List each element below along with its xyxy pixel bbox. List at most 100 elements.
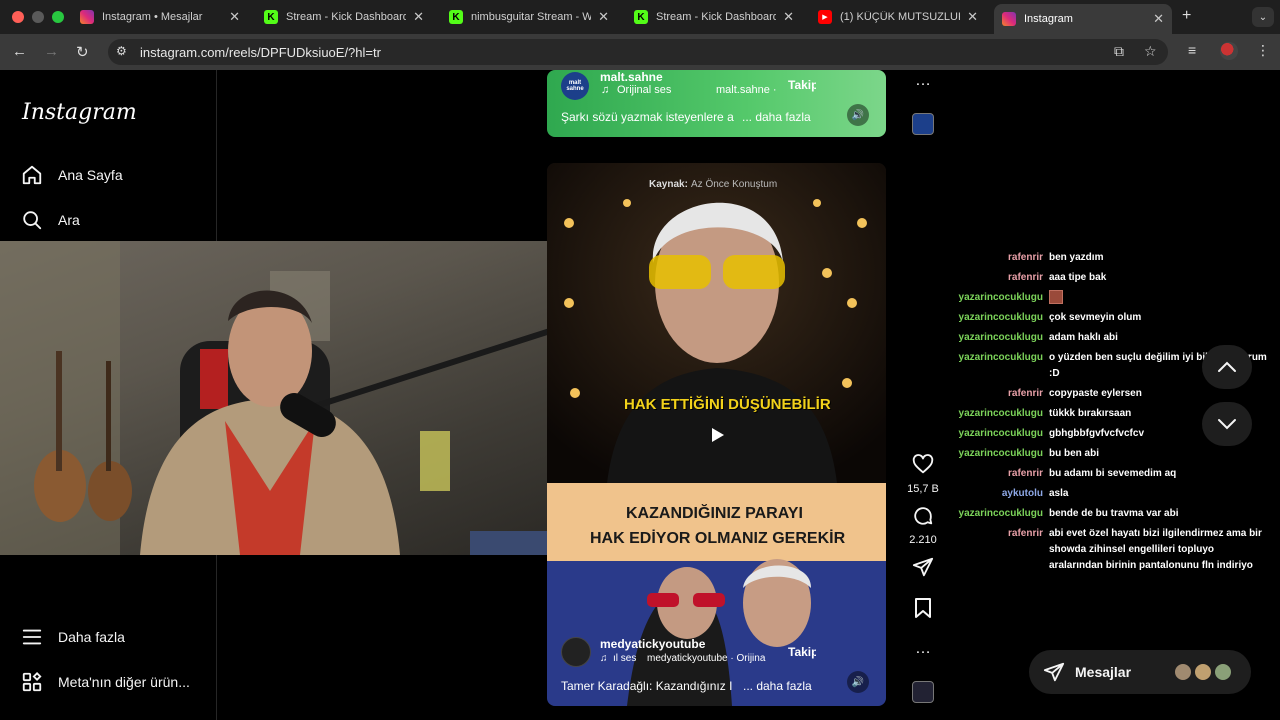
reel-caption[interactable]: Tamer Karadağlı: Kazandığınız I — [561, 679, 732, 693]
reel-card-current[interactable]: Kaynak: Az Önce Konuştum HAK ETTİĞİNİ DÜ… — [547, 163, 886, 706]
comment-count: 2.210 — [909, 534, 937, 546]
caption-more-link[interactable]: ... daha fazla — [743, 679, 812, 693]
maximize-window-button[interactable] — [52, 11, 64, 23]
save-button[interactable] — [906, 597, 940, 624]
avatar[interactable]: malt sahne — [561, 72, 589, 100]
chat-text: asla — [1049, 488, 1069, 499]
browser-tab[interactable]: K Stream - Kick Dashboard ✕ — [256, 4, 432, 30]
chat-message: rafenrir ben yazdım — [940, 250, 1280, 266]
share-button[interactable] — [906, 556, 940, 583]
comment-button[interactable]: 2.210 — [906, 505, 940, 546]
chat-message: rafenrir bu adamı bi sevemedim aq — [940, 466, 1280, 482]
forward-button[interactable]: → — [44, 43, 59, 60]
new-tab-button[interactable]: + — [1182, 7, 1191, 25]
browser-tab[interactable]: K nimbusguitar Stream - W ✕ — [441, 4, 617, 30]
media-controls-icon[interactable]: ≡ — [1188, 42, 1196, 58]
chat-text: bu ben abi — [1049, 448, 1099, 459]
banner-line-1: KAZANDIĞINIZ PARAYI — [626, 505, 803, 522]
audio-cover-image — [912, 113, 934, 135]
audio-thumbnail[interactable] — [906, 113, 940, 135]
profile-avatar[interactable] — [1220, 42, 1238, 60]
browser-tab[interactable]: ▶ (1) KÜÇÜK MUTSUZLUK ✕ — [810, 4, 986, 30]
chat-username: rafenrir — [1007, 272, 1043, 283]
audio-toggle-button[interactable]: 🔊 — [847, 104, 869, 126]
sidebar-item-more[interactable]: Daha fazla — [20, 625, 125, 649]
follow-button[interactable]: Takip — [788, 645, 816, 659]
minimize-window-button[interactable] — [32, 11, 44, 23]
reel-card-previous[interactable]: malt sahne malt.sahne ♫ Orijinal ses mal… — [547, 70, 886, 137]
chat-text: çok sevmeyin olum — [1049, 312, 1142, 323]
close-icon[interactable]: ✕ — [598, 9, 609, 25]
sidebar-item-search[interactable]: Ara — [20, 208, 80, 232]
play-button[interactable] — [705, 423, 729, 447]
reload-button[interactable]: ↻ — [76, 43, 89, 61]
video-subtitle: HAK ETTİĞİNİ DÜŞÜNEBİLİR — [624, 396, 831, 413]
site-info-icon[interactable]: ⚙ — [116, 44, 127, 58]
reel-audio-owner[interactable]: medyatickyoutube · Orijina — [647, 653, 779, 664]
address-bar[interactable]: ⚙ instagram.com/reels/DPFUDksiuoE/?hl=tr… — [108, 39, 1168, 65]
apps-icon — [20, 670, 44, 694]
browser-tab-active[interactable]: Instagram ✕ — [994, 4, 1172, 34]
messages-button[interactable]: Mesajlar — [1029, 650, 1251, 694]
browser-tab-bar: Instagram • Mesajlar ✕ K Stream - Kick D… — [0, 0, 1280, 34]
bookmark-icon — [915, 598, 931, 618]
previous-reel-button[interactable] — [1202, 345, 1252, 389]
reel-audio-owner[interactable]: malt.sahne · — [716, 84, 777, 96]
reel-audio[interactable]: Orijinal ses — [617, 84, 671, 96]
home-icon — [20, 163, 44, 187]
source-label: Kaynak: — [649, 179, 688, 190]
bookmark-star-icon[interactable]: ☆ — [1144, 43, 1157, 60]
chat-username: yazarincocuklugu — [958, 352, 1043, 363]
close-icon[interactable]: ✕ — [229, 9, 240, 25]
kick-icon: K — [634, 10, 648, 24]
caption-more-link[interactable]: ... daha fazla — [742, 110, 811, 124]
avatar[interactable] — [561, 637, 591, 667]
banner-line-2: HAK EDİYOR OLMANIZ GEREKİR — [590, 530, 846, 547]
close-icon[interactable]: ✕ — [413, 9, 424, 25]
music-icon: ♫ — [601, 84, 610, 96]
sidebar-item-label: Ana Sayfa — [58, 167, 123, 183]
chat-message: yazarincocuklugu çok sevmeyin olum — [940, 310, 1280, 326]
sidebar-item-home[interactable]: Ana Sayfa — [20, 163, 123, 187]
instagram-icon — [80, 10, 94, 24]
next-reel-button[interactable] — [1202, 402, 1252, 446]
close-icon[interactable]: ✕ — [1153, 11, 1164, 27]
instagram-logo[interactable]: Instagram — [22, 100, 137, 125]
chat-text: adam haklı abi — [1049, 332, 1118, 343]
chat-username: yazarincocuklugu — [958, 292, 1043, 303]
like-button[interactable]: 15,7 B — [906, 454, 940, 495]
music-icon: ♫ — [600, 653, 608, 664]
install-app-icon[interactable]: ⧉ — [1114, 43, 1124, 60]
kick-icon: K — [264, 10, 278, 24]
chat-message: yazarincocuklugu bende de bu travma var … — [940, 506, 1280, 522]
browser-tab[interactable]: Instagram • Mesajlar ✕ — [72, 4, 248, 30]
sidebar-item-meta-apps[interactable]: Meta'nın diğer ürün... — [20, 670, 190, 694]
direct-message-icon — [1043, 662, 1065, 682]
sidebar-item-label: Meta'nın diğer ürün... — [58, 674, 190, 690]
reel-caption[interactable]: Şarkı sözü yazmak isteyenlere a — [561, 110, 734, 124]
follow-button[interactable]: Takip — [788, 78, 816, 92]
back-button[interactable]: ← — [12, 43, 27, 60]
more-options-button[interactable]: … — [906, 640, 940, 658]
tab-search-button[interactable]: ⌄ — [1252, 7, 1274, 27]
more-options-button[interactable]: … — [906, 72, 940, 90]
more-menu-icon[interactable]: ⋮ — [1256, 42, 1270, 59]
tab-label: Instagram — [1024, 13, 1073, 25]
audio-toggle-button[interactable]: 🔊 — [847, 671, 869, 693]
close-window-button[interactable] — [12, 11, 24, 23]
reel-username[interactable]: medyatickyoutube — [600, 637, 705, 651]
chat-message: rafenrir aaa tipe bak — [940, 270, 1280, 286]
share-icon — [912, 557, 934, 577]
reel-username[interactable]: malt.sahne — [600, 70, 663, 84]
close-icon[interactable]: ✕ — [967, 9, 978, 25]
reel-audio[interactable]: ıl ses — [613, 653, 636, 664]
url-text: instagram.com/reels/DPFUDksiuoE/?hl=tr — [140, 45, 381, 60]
audio-thumbnail[interactable] — [906, 681, 940, 703]
chevron-up-icon — [1218, 361, 1236, 372]
close-icon[interactable]: ✕ — [783, 9, 794, 25]
chat-username: yazarincocuklugu — [958, 508, 1043, 519]
webcam-overlay — [0, 241, 559, 555]
webcam-scene — [0, 241, 559, 555]
youtube-icon: ▶ — [818, 10, 832, 24]
browser-tab[interactable]: K Stream - Kick Dashboard ✕ — [626, 4, 802, 30]
